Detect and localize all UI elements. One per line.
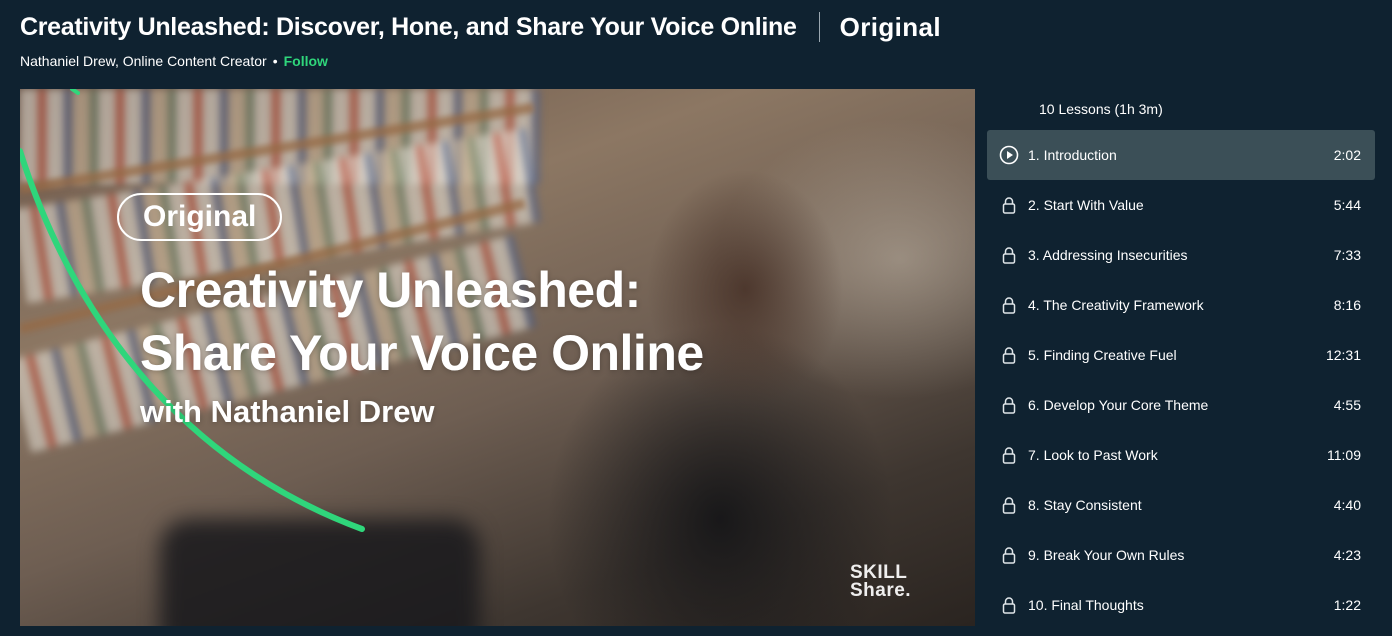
lesson-title: 4. The Creativity Framework bbox=[1028, 297, 1204, 313]
lesson-title: 8. Stay Consistent bbox=[1028, 497, 1142, 513]
byline-separator: • bbox=[272, 53, 278, 69]
lesson-item[interactable]: 5. Finding Creative Fuel 12:31 bbox=[987, 330, 1375, 380]
lesson-title: 9. Break Your Own Rules bbox=[1028, 547, 1185, 563]
lesson-duration: 8:16 bbox=[1333, 297, 1361, 313]
lock-icon bbox=[1002, 247, 1016, 264]
video-player[interactable]: Original Creativity Unleashed: Share You… bbox=[20, 89, 975, 626]
lesson-item[interactable]: 8. Stay Consistent 4:40 bbox=[987, 480, 1375, 530]
lock-icon bbox=[1002, 597, 1016, 614]
lesson-item[interactable]: 1. Introduction 2:02 bbox=[987, 130, 1375, 180]
lesson-title: 5. Finding Creative Fuel bbox=[1028, 347, 1177, 363]
lesson-list: 1. Introduction 2:02 2. Start With Value… bbox=[987, 130, 1375, 630]
lock-icon bbox=[1002, 347, 1016, 364]
lock-icon bbox=[1002, 447, 1016, 464]
lessons-summary: 10 Lessons (1h 3m) bbox=[1039, 101, 1163, 117]
lesson-duration: 4:40 bbox=[1333, 497, 1361, 513]
logo-line: Share. bbox=[850, 580, 912, 601]
video-subtitle: with Nathaniel Drew bbox=[140, 394, 435, 429]
lesson-title: 1. Introduction bbox=[1028, 147, 1117, 163]
lesson-item[interactable]: 10. Final Thoughts 1:22 bbox=[987, 580, 1375, 630]
lesson-title: 10. Final Thoughts bbox=[1028, 597, 1144, 613]
lesson-duration: 12:31 bbox=[1325, 347, 1361, 363]
lessons-sidebar: 10 Lessons (1h 3m) 1. Introduction 2:02 … bbox=[987, 89, 1375, 630]
lesson-duration: 4:23 bbox=[1333, 547, 1361, 563]
course-title: Creativity Unleashed: Discover, Hone, an… bbox=[20, 12, 797, 41]
lesson-title: 2. Start With Value bbox=[1028, 197, 1144, 213]
skillshare-logo: SKILL Share. bbox=[850, 563, 930, 601]
lesson-duration: 7:33 bbox=[1333, 247, 1361, 263]
original-badge: Original bbox=[839, 11, 942, 42]
course-header: Creativity Unleashed: Discover, Hone, an… bbox=[20, 10, 941, 44]
lesson-duration: 2:02 bbox=[1333, 147, 1361, 163]
video-title-line: Creativity Unleashed: bbox=[140, 262, 641, 318]
lock-icon bbox=[1002, 397, 1016, 414]
lesson-item[interactable]: 4. The Creativity Framework 8:16 bbox=[987, 280, 1375, 330]
lesson-item[interactable]: 2. Start With Value 5:44 bbox=[987, 180, 1375, 230]
teacher-byline: Nathaniel Drew, Online Content Creator •… bbox=[20, 52, 328, 70]
play-icon bbox=[999, 145, 1019, 165]
video-title: Creativity Unleashed: Share Your Voice O… bbox=[140, 259, 900, 385]
lesson-title: 3. Addressing Insecurities bbox=[1028, 247, 1188, 263]
lesson-duration: 5:44 bbox=[1333, 197, 1361, 213]
teacher-name[interactable]: Nathaniel Drew, Online Content Creator bbox=[20, 53, 267, 69]
lock-icon bbox=[1002, 297, 1016, 314]
lesson-item[interactable]: 9. Break Your Own Rules 4:23 bbox=[987, 530, 1375, 580]
lesson-item[interactable]: 6. Develop Your Core Theme 4:55 bbox=[987, 380, 1375, 430]
video-original-badge: Original bbox=[117, 193, 283, 241]
lesson-item[interactable]: 7. Look to Past Work 11:09 bbox=[987, 430, 1375, 480]
lesson-title: 6. Develop Your Core Theme bbox=[1028, 397, 1209, 413]
lesson-duration: 4:55 bbox=[1333, 397, 1361, 413]
lesson-duration: 1:22 bbox=[1333, 597, 1361, 613]
video-title-line: Share Your Voice Online bbox=[140, 325, 704, 381]
lesson-title: 7. Look to Past Work bbox=[1028, 447, 1158, 463]
lock-icon bbox=[1002, 197, 1016, 214]
title-divider bbox=[818, 12, 820, 42]
follow-button[interactable]: Follow bbox=[284, 53, 328, 69]
course-page: Creativity Unleashed: Discover, Hone, an… bbox=[0, 0, 1392, 636]
lock-icon bbox=[1002, 497, 1016, 514]
lock-icon bbox=[1002, 547, 1016, 564]
lesson-duration: 11:09 bbox=[1327, 447, 1361, 463]
lesson-item[interactable]: 3. Addressing Insecurities 7:33 bbox=[987, 230, 1375, 280]
